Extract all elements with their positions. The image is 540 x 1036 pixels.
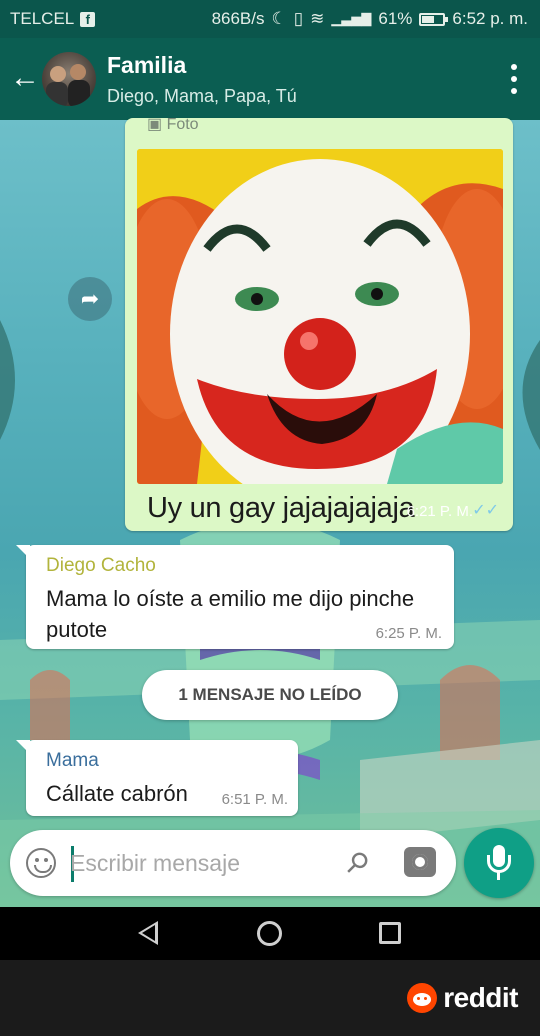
reddit-snoo-icon: [407, 983, 438, 1013]
clock: 6:52 p. m.: [452, 9, 528, 28]
microphone-button[interactable]: [464, 828, 534, 898]
more-options-icon[interactable]: [510, 64, 518, 94]
nav-recents-icon[interactable]: [379, 922, 401, 944]
clown-image: [137, 149, 503, 484]
wifi-icon: ≋: [310, 9, 325, 28]
battery-icon: [419, 12, 449, 26]
message-text: Cállate cabrón: [46, 781, 188, 806]
camera-icon[interactable]: [404, 847, 436, 877]
system-nav-bar: [0, 907, 540, 960]
photo-label-text: Foto: [166, 116, 199, 133]
message-mama[interactable]: Mama Cállate cabrón 6:51 P. M.: [16, 740, 298, 816]
back-arrow-icon[interactable]: ←: [10, 60, 40, 96]
clown-photo[interactable]: [137, 149, 503, 484]
group-avatar[interactable]: [42, 52, 96, 106]
vibrate-icon: ▯: [293, 9, 304, 28]
unread-messages-divider: 1 MENSAJE NO LEÍDO: [142, 670, 398, 720]
message-input[interactable]: [70, 840, 330, 886]
facebook-icon: f: [80, 11, 96, 27]
emoji-icon[interactable]: [26, 848, 56, 878]
sender-name: Mama: [46, 750, 99, 771]
chat-participants[interactable]: Diego, Mama, Papa, Tú: [107, 86, 297, 107]
network-speed: 866B/s: [211, 9, 265, 28]
battery-level-fill: [422, 15, 435, 23]
photo-caption: Uy un gay jajajajajaja: [147, 492, 415, 524]
reddit-wordmark: reddit: [443, 982, 518, 1013]
nav-home-icon[interactable]: [257, 921, 282, 946]
photo-timestamp: 6:21 P. M.: [406, 503, 473, 520]
message-composer: ⚲: [10, 830, 456, 896]
chat-header: ← Familia Diego, Mama, Papa, Tú: [0, 38, 540, 120]
message-diego[interactable]: Diego Cacho Mama lo oíste a emilio me di…: [16, 545, 454, 649]
moon-icon: ☾: [271, 9, 287, 28]
message-timestamp: 6:51 P. M.: [221, 791, 288, 808]
status-right: 866B/s ☾ ▯ ≋ ▁▃▅▇ 61% 6:52 p. m.: [212, 9, 528, 29]
battery-percent: 61%: [378, 9, 413, 28]
signal-icon: ▁▃▅▇: [331, 11, 372, 26]
watermark-bar: reddit: [0, 960, 540, 1036]
paperclip-icon[interactable]: ⚲: [333, 839, 381, 887]
reddit-logo: reddit: [407, 982, 518, 1014]
status-left: TELCEL f: [10, 9, 96, 29]
nav-back-icon[interactable]: [138, 921, 158, 945]
photo-message-bubble[interactable]: ▣ Foto Uy un gay jajajajajaja 6:21 P. M.…: [125, 116, 513, 531]
photo-label: ▣ Foto: [147, 116, 199, 133]
carrier-name: TELCEL: [10, 9, 75, 28]
status-bar: TELCEL f 866B/s ☾ ▯ ≋ ▁▃▅▇ 61% 6:52 p. m…: [0, 0, 540, 38]
read-receipt-icon: ✓✓: [472, 502, 499, 519]
message-timestamp: 6:25 P. M.: [375, 625, 442, 642]
forward-icon[interactable]: ➦: [68, 277, 112, 321]
chat-title[interactable]: Familia: [107, 52, 186, 79]
sender-name: Diego Cacho: [46, 555, 156, 576]
